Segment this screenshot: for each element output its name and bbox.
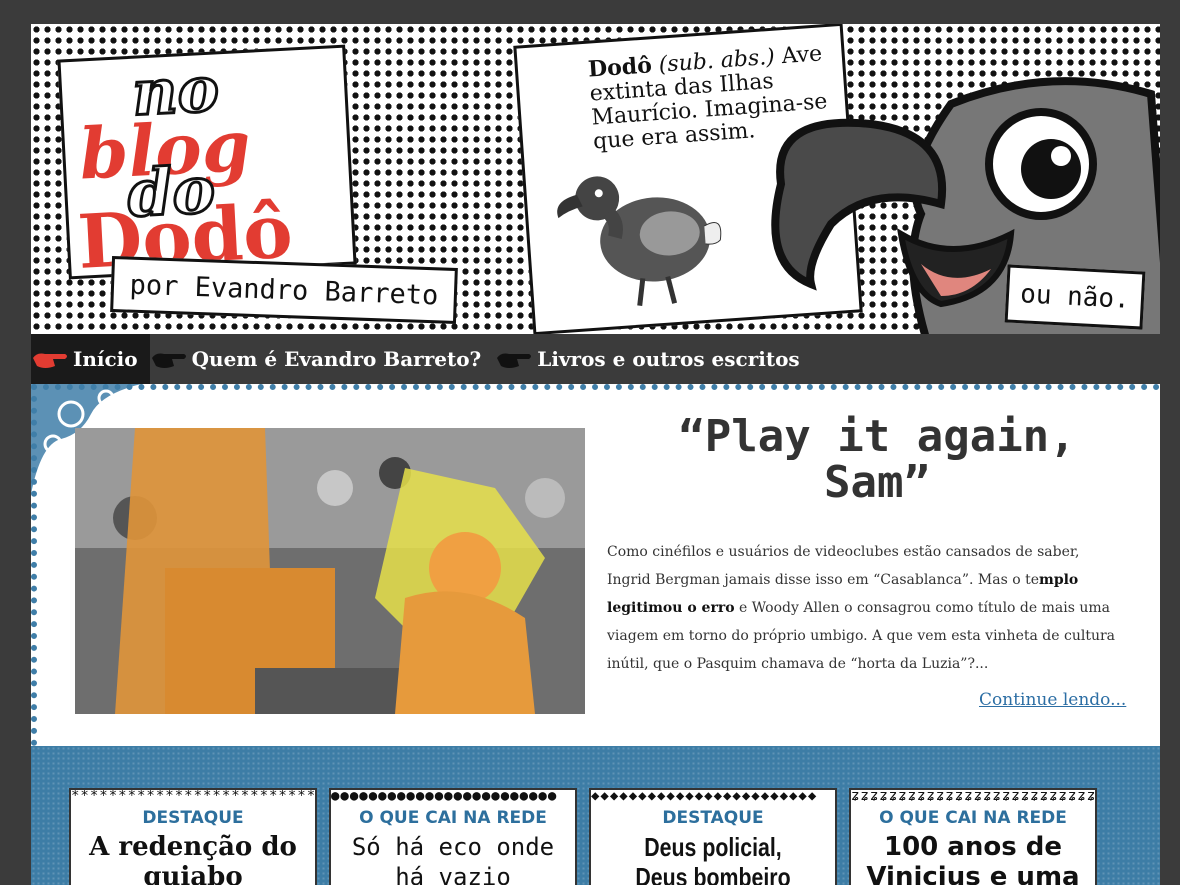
nav-item-quem-e[interactable]: Quem é Evandro Barreto?	[150, 334, 496, 384]
continue-reading-link[interactable]: Continue lendo...	[979, 690, 1126, 710]
nav-item-inicio[interactable]: Início	[31, 334, 150, 384]
card-title[interactable]: Só há eco onde há vazio	[331, 832, 575, 885]
casablanca-photo-icon	[75, 428, 585, 714]
pointing-hand-icon	[497, 353, 532, 368]
tagline: ou não.	[1004, 264, 1146, 330]
featured-image[interactable]	[75, 428, 585, 714]
card-category[interactable]: DESTAQUE	[591, 808, 835, 828]
post-card[interactable]: ʑʑʑʑʑʑʑʑʑʑʑʑʑʑʑʑʑʑʑʑʑʑʑʑʑʑ O QUE CAI NA …	[849, 788, 1097, 885]
featured-title[interactable]: “Play it again, Sam”	[627, 414, 1127, 506]
card-title[interactable]: Deus policial, Deus bombeiro	[613, 832, 813, 885]
nav-item-label: Livros e outros escritos	[537, 347, 800, 371]
nav-item-label: Início	[73, 347, 138, 371]
card-edge-decoration: ʑʑʑʑʑʑʑʑʑʑʑʑʑʑʑʑʑʑʑʑʑʑʑʑʑʑ	[851, 790, 1095, 804]
card-edge-decoration: ***************************	[71, 790, 315, 804]
card-edge-decoration: ●●●●●●●●●●●●●●●●●●●●●●●●	[331, 790, 558, 804]
pointing-hand-icon	[33, 353, 67, 368]
excerpt-text: Como cinéfilos e usuários de videoclubes…	[607, 544, 1080, 588]
author-byline: por Evandro Barreto	[110, 255, 458, 325]
post-card[interactable]: *************************** DESTAQUE A r…	[69, 788, 317, 885]
nav-item-label: Quem é Evandro Barreto?	[191, 347, 482, 371]
post-card[interactable]: ◆◆◆◆◆◆◆◆◆◆◆◆◆◆◆◆◆◆◆◆◆◆◆◆ DESTAQUE Deus p…	[589, 788, 837, 885]
nav-item-livros[interactable]: Livros e outros escritos	[495, 334, 813, 384]
post-card[interactable]: ●●●●●●●●●●●●●●●●●●●●●●●● O QUE CAI NA RE…	[329, 788, 577, 885]
site-header: no blog do Dodô por Evandro Barreto Dodô…	[31, 24, 1160, 334]
featured-excerpt: Como cinéfilos e usuários de videoclubes…	[607, 538, 1117, 678]
card-category[interactable]: O QUE CAI NA REDE	[331, 808, 575, 828]
card-title[interactable]: 100 anos de Vinicius e uma	[851, 832, 1095, 885]
main-nav: Início Quem é Evandro Barreto? Livros e …	[31, 334, 1160, 384]
card-edge-decoration: ◆◆◆◆◆◆◆◆◆◆◆◆◆◆◆◆◆◆◆◆◆◆◆◆	[591, 790, 818, 804]
card-category[interactable]: DESTAQUE	[71, 808, 315, 828]
site-logo[interactable]: no blog do Dodô	[57, 44, 357, 286]
card-title[interactable]: A redenção do quiabo	[71, 832, 315, 885]
featured-post: “Play it again, Sam” Como cinéfilos e us…	[31, 384, 1160, 746]
dodo-engraving-icon	[557, 176, 722, 306]
pointing-hand-icon	[151, 353, 186, 368]
card-category[interactable]: O QUE CAI NA REDE	[851, 808, 1095, 828]
page: no blog do Dodô por Evandro Barreto Dodô…	[31, 24, 1160, 885]
posts-grid: *************************** DESTAQUE A r…	[31, 746, 1160, 885]
